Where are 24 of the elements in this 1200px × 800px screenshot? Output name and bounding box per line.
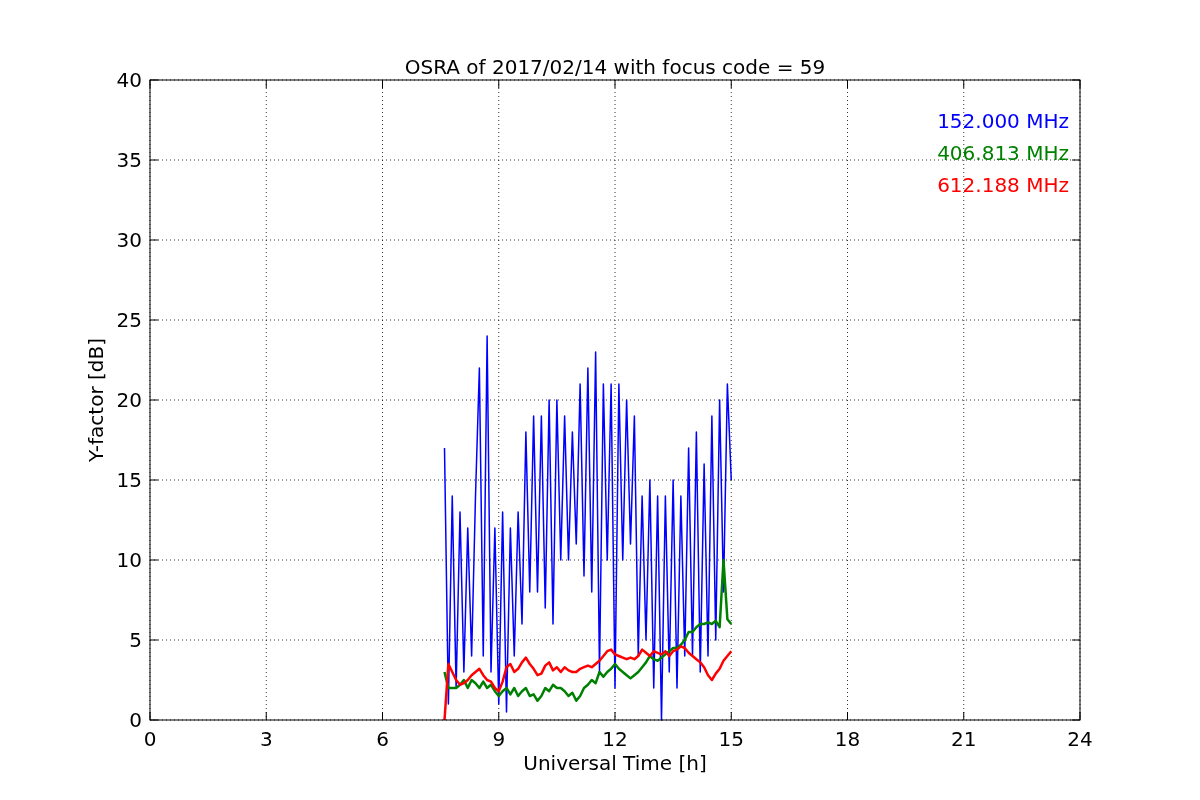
x-tick-label: 21 — [951, 727, 977, 751]
x-tick-label: 12 — [602, 727, 628, 751]
x-tick-label: 18 — [834, 727, 861, 751]
y-tick-label: 5 — [129, 628, 142, 652]
x-tick-label: 9 — [492, 727, 506, 751]
y-tick-label: 30 — [116, 228, 142, 252]
x-tick-label: 24 — [1067, 727, 1093, 751]
legend-label: 612.188 MHz — [937, 173, 1069, 197]
chart-title: OSRA of 2017/02/14 with focus code = 59 — [404, 55, 826, 79]
x-tick-label: 0 — [143, 727, 157, 751]
y-tick-label: 15 — [116, 468, 142, 492]
x-axis-label: Universal Time [h] — [523, 751, 707, 775]
y-tick-label: 20 — [116, 388, 142, 412]
x-tick-label: 15 — [718, 727, 744, 751]
legend-label: 152.000 MHz — [937, 109, 1069, 133]
y-tick-label: 40 — [116, 68, 142, 92]
x-tick-label: 6 — [376, 727, 389, 751]
y-tick-label: 25 — [116, 308, 142, 332]
y-axis-label: Y-factor [dB] — [84, 338, 108, 462]
y-tick-label: 10 — [116, 548, 142, 572]
x-tick-label: 3 — [259, 727, 273, 751]
y-tick-label: 35 — [116, 148, 142, 172]
y-tick-label: 0 — [129, 708, 142, 732]
legend-label: 406.813 MHz — [937, 141, 1069, 165]
